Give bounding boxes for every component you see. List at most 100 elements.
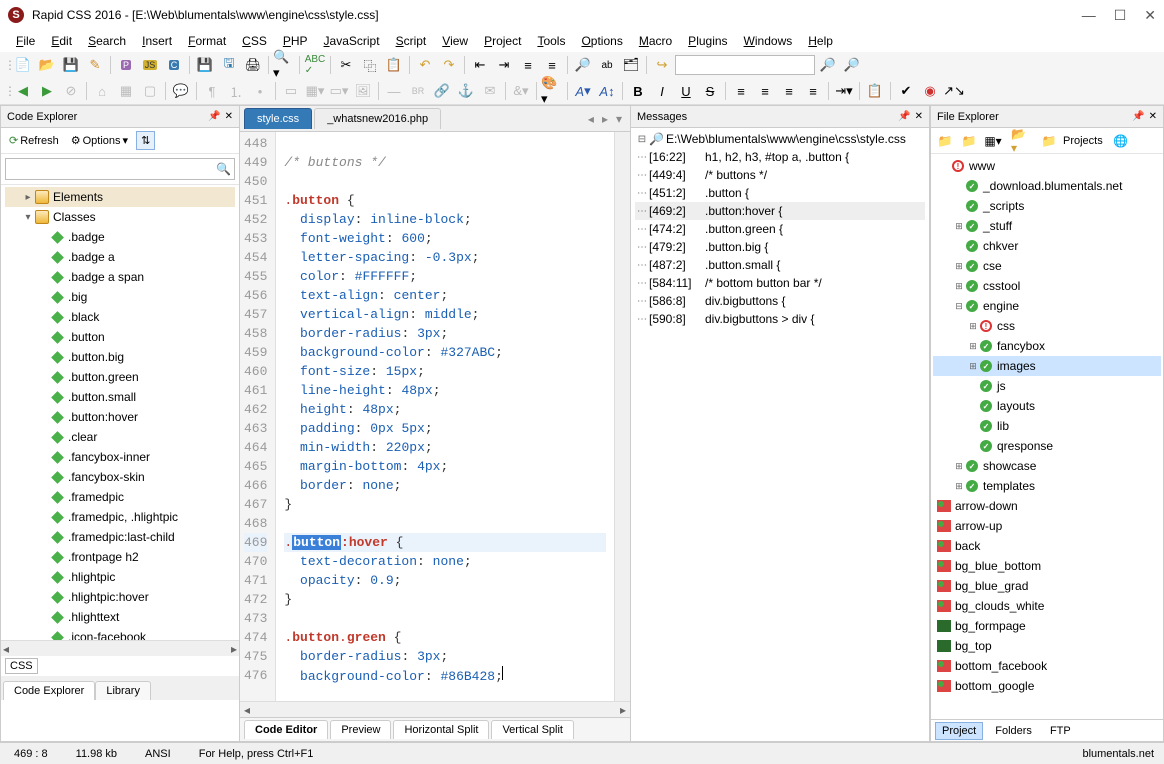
cut-icon[interactable]: ✂ <box>335 54 357 76</box>
link-icon[interactable]: 🔗 <box>431 80 453 102</box>
menu-plugins[interactable]: Plugins <box>680 32 735 50</box>
fe-folder[interactable]: ⊞✓csstool <box>933 276 1161 296</box>
class-item[interactable]: .button.green <box>5 367 235 387</box>
fe-file[interactable]: arrow-down <box>933 496 1161 516</box>
class-item[interactable]: .button <box>5 327 235 347</box>
class-icon[interactable]: 📋 <box>864 80 886 102</box>
strike-icon[interactable]: S <box>699 80 721 102</box>
fe-folder[interactable]: ⊞!css <box>933 316 1161 336</box>
search-input[interactable] <box>675 55 815 75</box>
fe-open-icon[interactable]: 📂▾ <box>1011 131 1031 151</box>
message-root[interactable]: ⊟🔎E:\Web\blumentals\www\engine\css\style… <box>635 130 925 148</box>
code-editor[interactable]: /* buttons */.button { display: inline-b… <box>276 132 614 701</box>
fe-file[interactable]: bottom_facebook <box>933 656 1161 676</box>
h-scrollbar[interactable]: ◂▸ <box>1 640 239 656</box>
open-file-icon[interactable]: 📂 <box>36 54 58 76</box>
menu-php[interactable]: PHP <box>275 32 316 50</box>
v-scrollbar[interactable] <box>614 132 630 701</box>
fe-file[interactable]: bg_blue_grad <box>933 576 1161 596</box>
fontsize-icon[interactable]: A↕ <box>596 80 618 102</box>
class-item[interactable]: .black <box>5 307 235 327</box>
maximize-button[interactable]: ☐ <box>1114 7 1127 24</box>
fe-tab-folders[interactable]: Folders <box>989 723 1038 739</box>
fe-folder[interactable]: ✓qresponse <box>933 436 1161 456</box>
etab-preview[interactable]: Preview <box>330 720 391 739</box>
align-right-icon[interactable]: ≡ <box>778 80 800 102</box>
list-ul-icon[interactable]: • <box>249 80 271 102</box>
tab-next-icon[interactable]: ▸ <box>598 112 612 126</box>
class-item[interactable]: .fancybox-skin <box>5 467 235 487</box>
stop-icon[interactable]: ⊘ <box>60 80 82 102</box>
fe-folder[interactable]: ✓lib <box>933 416 1161 436</box>
menu-project[interactable]: Project <box>476 32 529 50</box>
goto-icon[interactable]: ↪ <box>651 54 673 76</box>
class-item[interactable]: .badge a <box>5 247 235 267</box>
ftp-icon[interactable]: ↗↘ <box>943 80 965 102</box>
message-row[interactable]: ⋯[590:8]div.bigbuttons > div { <box>635 310 925 328</box>
fe-folder[interactable]: ✓_scripts <box>933 196 1161 216</box>
fe-new-icon[interactable]: 📁 <box>935 131 955 151</box>
menu-windows[interactable]: Windows <box>736 32 801 50</box>
class-item[interactable]: .big <box>5 287 235 307</box>
tab-menu-icon[interactable]: ▾ <box>612 112 626 126</box>
projects-label[interactable]: Projects <box>1063 135 1103 147</box>
hr-icon[interactable]: — <box>383 80 405 102</box>
nav-back-icon[interactable]: ◀ <box>12 80 34 102</box>
tab-code-explorer[interactable]: Code Explorer <box>3 681 95 700</box>
minimize-button[interactable]: — <box>1082 7 1096 24</box>
editor-h-scrollbar[interactable]: ◂▸ <box>240 701 630 717</box>
bold-icon[interactable]: B <box>627 80 649 102</box>
menu-css[interactable]: CSS <box>234 32 275 50</box>
find-files-icon[interactable]: 🗂 <box>620 54 642 76</box>
fe-view-icon[interactable]: ▦▾ <box>983 131 1003 151</box>
layout-icon[interactable]: ▦ <box>115 80 137 102</box>
fe-folder[interactable]: ⊞✓templates <box>933 476 1161 496</box>
close-panel-icon[interactable]: ✕ <box>915 111 923 122</box>
sq-icon[interactable]: ▢ <box>139 80 161 102</box>
italic-icon[interactable]: I <box>651 80 673 102</box>
code-explorer-tree[interactable]: ▸Elements ▾Classes .badge.badge a.badge … <box>1 185 239 640</box>
fe-file[interactable]: bottom_google <box>933 676 1161 696</box>
class-item[interactable]: .framedpic:last-child <box>5 527 235 547</box>
undo-icon[interactable]: ↶ <box>414 54 436 76</box>
close-panel-icon[interactable]: ✕ <box>1149 111 1157 122</box>
fe-folder[interactable]: !www <box>933 156 1161 176</box>
message-row[interactable]: ⋯[451:2].button { <box>635 184 925 202</box>
class-item[interactable]: .badge a span <box>5 267 235 287</box>
menu-javascript[interactable]: JavaScript <box>316 32 388 50</box>
sort-button[interactable]: ⇅ <box>136 131 155 150</box>
fe-projects-icon[interactable]: 📁 <box>1039 131 1059 151</box>
messages-list[interactable]: ⊟🔎E:\Web\blumentals\www\engine\css\style… <box>631 128 929 741</box>
env-icon[interactable]: ✉ <box>479 80 501 102</box>
class-item[interactable]: .framedpic <box>5 487 235 507</box>
class-item[interactable]: .frontpage h2 <box>5 547 235 567</box>
class-item[interactable]: .framedpic, .hlightpic <box>5 507 235 527</box>
nav-fwd-icon[interactable]: ▶ <box>36 80 58 102</box>
menu-insert[interactable]: Insert <box>134 32 180 50</box>
fe-folder[interactable]: ⊞✓images <box>933 356 1161 376</box>
pin-icon[interactable]: 📌 <box>898 111 910 122</box>
search-opts-icon[interactable]: 🔎 <box>841 54 863 76</box>
message-row[interactable]: ⋯[474:2].button.green { <box>635 220 925 238</box>
menu-macro[interactable]: Macro <box>631 32 680 50</box>
align-center-icon[interactable]: ≡ <box>754 80 776 102</box>
etab-vsplit[interactable]: Vertical Split <box>491 720 574 739</box>
js-icon[interactable]: JS <box>139 54 161 76</box>
fe-folder[interactable]: ✓layouts <box>933 396 1161 416</box>
class-item[interactable]: .button:hover <box>5 407 235 427</box>
bubble-icon[interactable]: 💬 <box>170 80 192 102</box>
menu-help[interactable]: Help <box>800 32 841 50</box>
save-all-icon[interactable]: 🖫 <box>218 54 240 76</box>
message-row[interactable]: ⋯[449:4]/* buttons */ <box>635 166 925 184</box>
search-icon[interactable]: 🔍 <box>216 162 231 176</box>
refresh-button[interactable]: ⟳ Refresh <box>5 132 63 149</box>
form-icon[interactable]: ▭▾ <box>328 80 350 102</box>
close-panel-icon[interactable]: ✕ <box>225 111 233 122</box>
file-tree[interactable]: !www✓_download.blumentals.net✓_scripts⊞✓… <box>931 154 1163 719</box>
message-row[interactable]: ⋯[487:2].button.small { <box>635 256 925 274</box>
new-file-icon[interactable]: 📄 <box>12 54 34 76</box>
print-icon[interactable]: 🖨 <box>242 54 264 76</box>
menu-edit[interactable]: Edit <box>43 32 80 50</box>
find-replace-icon[interactable]: ab <box>596 54 618 76</box>
fe-folder[interactable]: ⊟✓engine <box>933 296 1161 316</box>
